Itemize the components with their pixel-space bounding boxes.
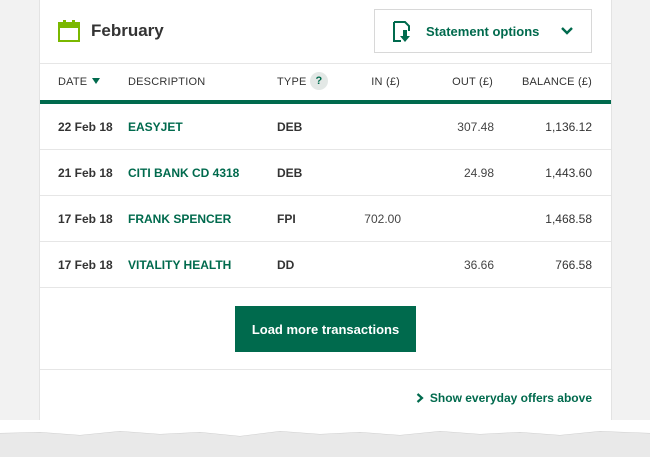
table-row: 17 Feb 18 VITALITY HEALTH DD 36.66 766.5… xyxy=(40,242,611,288)
row-out: 36.66 xyxy=(463,258,494,272)
row-date: 17 Feb 18 xyxy=(58,258,113,272)
torn-paper-edge xyxy=(0,420,650,457)
table-row: 22 Feb 18 EASYJET DEB 307.48 1,136.12 xyxy=(40,104,611,150)
row-in: 702.00 xyxy=(364,212,401,226)
chevron-down-icon xyxy=(561,27,573,35)
row-type: DEB xyxy=(277,120,303,134)
show-offers-link[interactable]: Show everyday offers above xyxy=(416,391,592,405)
type-help-icon[interactable]: ? xyxy=(310,72,328,90)
row-out: 307.48 xyxy=(457,120,494,134)
table-row: 17 Feb 18 FRANK SPENCER FPI 702.00 1,468… xyxy=(40,196,611,242)
month-title: February xyxy=(91,21,164,40)
statement-options-label: Statement options xyxy=(426,24,540,39)
row-balance: 1,468.58 xyxy=(545,212,592,226)
row-description-link[interactable]: VITALITY HEALTH xyxy=(128,258,231,272)
load-more-button[interactable]: Load more transactions xyxy=(235,306,416,352)
show-offers-label: Show everyday offers above xyxy=(429,391,592,405)
column-date[interactable]: DATE xyxy=(58,76,101,88)
row-type: DD xyxy=(277,258,295,272)
chevron-right-icon xyxy=(416,393,424,403)
row-description-link[interactable]: FRANK SPENCER xyxy=(128,212,231,226)
offers-footer: Show everyday offers above xyxy=(40,370,611,425)
column-description: DESCRIPTION xyxy=(128,76,206,88)
row-balance: 1,443.60 xyxy=(545,166,592,180)
sort-desc-icon xyxy=(92,78,101,84)
row-type: DEB xyxy=(277,166,303,180)
column-type: TYPE xyxy=(277,76,307,88)
column-balance: BALANCE (£) xyxy=(521,76,592,88)
transactions-card: February Statement options DATE DESCRIPT… xyxy=(39,0,612,420)
row-balance: 766.58 xyxy=(555,258,592,272)
row-date: 21 Feb 18 xyxy=(58,166,113,180)
column-in: IN (£) xyxy=(371,76,400,88)
row-description-link[interactable]: EASYJET xyxy=(128,120,183,134)
row-out: 24.98 xyxy=(463,166,494,180)
table-row: 21 Feb 18 CITI BANK CD 4318 DEB 24.98 1,… xyxy=(40,150,611,196)
statement-header: February Statement options xyxy=(40,0,611,64)
calendar-icon xyxy=(58,20,80,42)
row-description-link[interactable]: CITI BANK CD 4318 xyxy=(128,166,239,180)
column-out: OUT (£) xyxy=(452,76,493,88)
table-header: DATE DESCRIPTION TYPE ? IN (£) OUT (£) B… xyxy=(40,64,611,104)
row-date: 17 Feb 18 xyxy=(58,212,113,226)
download-statement-icon xyxy=(393,21,410,42)
row-balance: 1,136.12 xyxy=(545,120,592,134)
load-more-area: Load more transactions xyxy=(40,288,611,370)
row-type: FPI xyxy=(277,212,296,226)
row-date: 22 Feb 18 xyxy=(58,120,113,134)
statement-options-button[interactable]: Statement options xyxy=(374,9,592,53)
